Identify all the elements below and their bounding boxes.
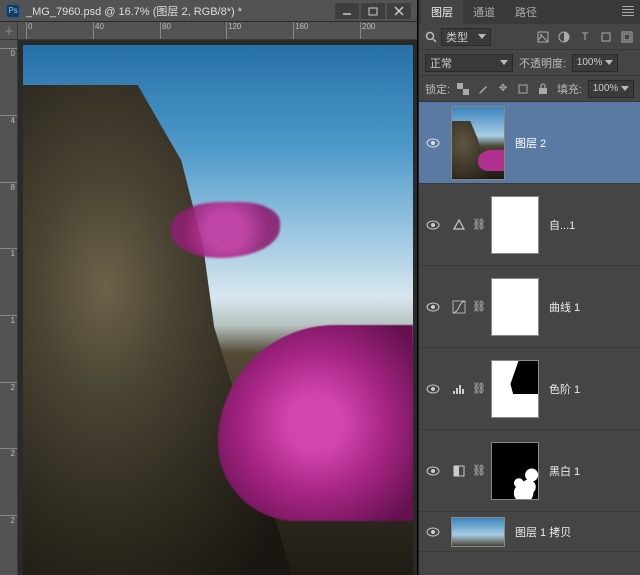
levels-icon xyxy=(447,383,471,395)
lock-row: 锁定: ✥ 填充: 100% xyxy=(419,76,640,102)
visibility-toggle[interactable] xyxy=(419,384,447,394)
layer-name[interactable]: 曲线 1 xyxy=(543,299,640,315)
canvas[interactable] xyxy=(18,40,417,575)
link-icon[interactable]: ⛓ xyxy=(471,218,487,231)
panel-menu-button[interactable] xyxy=(620,4,636,18)
layer-name[interactable]: 自...1 xyxy=(543,217,640,233)
link-icon[interactable]: ⛓ xyxy=(471,382,487,395)
maximize-button[interactable] xyxy=(361,3,385,19)
visibility-toggle[interactable] xyxy=(419,466,447,476)
filter-type-icon[interactable]: T xyxy=(578,30,592,44)
fill-label: 填充: xyxy=(557,81,582,97)
blend-row: 正常 不透明度: 100% xyxy=(419,50,640,76)
fill-input[interactable]: 100% xyxy=(588,80,634,98)
layer-name[interactable]: 图层 2 xyxy=(509,135,640,151)
filter-type-select[interactable]: 类型 xyxy=(441,28,491,46)
bw-icon xyxy=(447,464,471,478)
search-icon xyxy=(425,31,437,43)
filter-adjustment-icon[interactable] xyxy=(557,30,571,44)
document-title: _MG_7960.psd @ 16.7% (图层 2, RGB/8*) * xyxy=(26,3,335,19)
nat-icon xyxy=(447,218,471,232)
minimize-button[interactable] xyxy=(335,3,359,19)
layer-thumbnail[interactable] xyxy=(451,517,505,547)
layer-row[interactable]: ⛓ 自...1 xyxy=(419,184,640,266)
layer-row[interactable]: ⛓ 色阶 1 xyxy=(419,348,640,430)
document-titlebar: Ps _MG_7960.psd @ 16.7% (图层 2, RGB/8*) * xyxy=(0,0,417,22)
tab-paths[interactable]: 路径 xyxy=(505,0,547,24)
lock-all-icon[interactable] xyxy=(536,82,550,96)
link-icon[interactable]: ⛓ xyxy=(471,300,487,313)
mask-thumbnail[interactable] xyxy=(491,442,539,500)
visibility-toggle[interactable] xyxy=(419,527,447,537)
lock-pixels-icon[interactable] xyxy=(476,82,490,96)
opacity-label: 不透明度: xyxy=(519,55,566,71)
mask-thumbnail[interactable] xyxy=(491,196,539,254)
layer-name[interactable]: 图层 1 拷贝 xyxy=(509,524,640,540)
visibility-toggle[interactable] xyxy=(419,302,447,312)
ps-icon: Ps xyxy=(6,4,20,18)
tab-layers[interactable]: 图层 xyxy=(421,0,463,24)
link-icon[interactable]: ⛓ xyxy=(471,464,487,477)
layer-thumbnail[interactable] xyxy=(451,106,505,180)
layer-name[interactable]: 色阶 1 xyxy=(543,381,640,397)
layers-panel: 图层 通道 路径 类型 T 正常 不透明度: 100% 锁定: xyxy=(418,0,640,575)
layer-row[interactable]: ⛓ 黑白 1 xyxy=(419,430,640,512)
ruler-horizontal[interactable]: 0 40 80 120 160 200 xyxy=(18,22,417,40)
blend-mode-select[interactable]: 正常 xyxy=(425,54,513,72)
layer-row[interactable]: 图层 2 xyxy=(419,102,640,184)
lock-label: 锁定: xyxy=(425,81,450,97)
lock-transparency-icon[interactable] xyxy=(456,82,470,96)
panel-tabs: 图层 通道 路径 xyxy=(419,0,640,24)
photo-preview xyxy=(23,45,413,575)
ruler-origin[interactable] xyxy=(0,22,18,40)
curves-icon xyxy=(447,300,471,314)
visibility-toggle[interactable] xyxy=(419,220,447,230)
lock-artboard-icon[interactable] xyxy=(516,82,530,96)
filter-row: 类型 T xyxy=(419,24,640,50)
filter-shape-icon[interactable] xyxy=(599,30,613,44)
mask-thumbnail[interactable] xyxy=(491,278,539,336)
close-button[interactable] xyxy=(387,3,411,19)
ruler-vertical[interactable]: 0 4 8 1 1 2 2 2 xyxy=(0,40,18,575)
tab-channels[interactable]: 通道 xyxy=(463,0,505,24)
visibility-toggle[interactable] xyxy=(419,138,447,148)
lock-position-icon[interactable]: ✥ xyxy=(496,82,510,96)
layers-list: 图层 2 ⛓ 自...1 ⛓ 曲线 1 ⛓ 色阶 1 xyxy=(419,102,640,575)
layer-row[interactable]: ⛓ 曲线 1 xyxy=(419,266,640,348)
filter-smartobj-icon[interactable] xyxy=(620,30,634,44)
layer-name[interactable]: 黑白 1 xyxy=(543,463,640,479)
opacity-input[interactable]: 100% xyxy=(572,54,618,72)
layer-row[interactable]: 图层 1 拷贝 xyxy=(419,512,640,552)
filter-pixel-icon[interactable] xyxy=(536,30,550,44)
document-area: Ps _MG_7960.psd @ 16.7% (图层 2, RGB/8*) *… xyxy=(0,0,418,575)
mask-thumbnail[interactable] xyxy=(491,360,539,418)
